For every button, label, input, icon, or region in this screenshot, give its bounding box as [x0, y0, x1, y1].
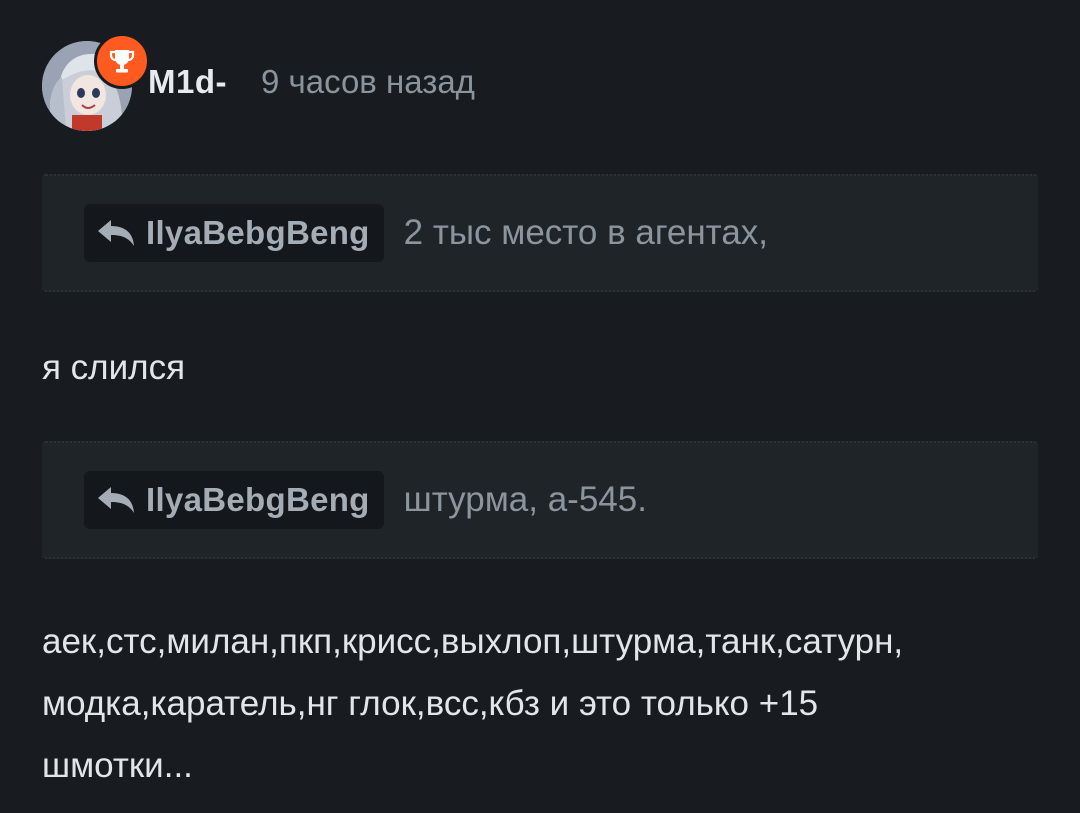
quote-author-name: IlyaBebgBeng [146, 214, 370, 251]
post-timestamp: 9 часов назад [261, 63, 475, 100]
post-header: M1d- 9 часов назад [42, 33, 475, 132]
message-text: аек,стс,милан,пкп,крисс,выхлоп,штурма,та… [42, 611, 1042, 797]
quote-text: 2 тыс место в агентах, [403, 213, 769, 252]
message-line: аек,стс,милан,пкп,крисс,выхлоп,штурма,та… [42, 622, 904, 661]
trophy-badge [94, 33, 150, 89]
message-line: модка,каратель,нг глок,всс,кбз и это тол… [42, 684, 819, 723]
avatar-container[interactable] [42, 33, 150, 131]
message-line: я слился [42, 348, 186, 387]
post-author-name[interactable]: M1d- [148, 63, 227, 101]
reply-icon [96, 485, 136, 515]
quote-text: штурма, а-545. [403, 480, 647, 519]
quote-block: IlyaBebgBeng штурма, а-545. [42, 441, 1038, 559]
quote-author-chip[interactable]: IlyaBebgBeng [84, 471, 384, 529]
message-text: я слился [42, 337, 185, 399]
message-line: шмотки... [42, 746, 193, 785]
reply-icon [96, 218, 136, 248]
quote-block: IlyaBebgBeng 2 тыс место в агентах, [42, 174, 1038, 292]
quote-author-chip[interactable]: IlyaBebgBeng [84, 204, 384, 262]
trophy-icon [109, 50, 135, 73]
quote-author-name: IlyaBebgBeng [146, 481, 370, 518]
